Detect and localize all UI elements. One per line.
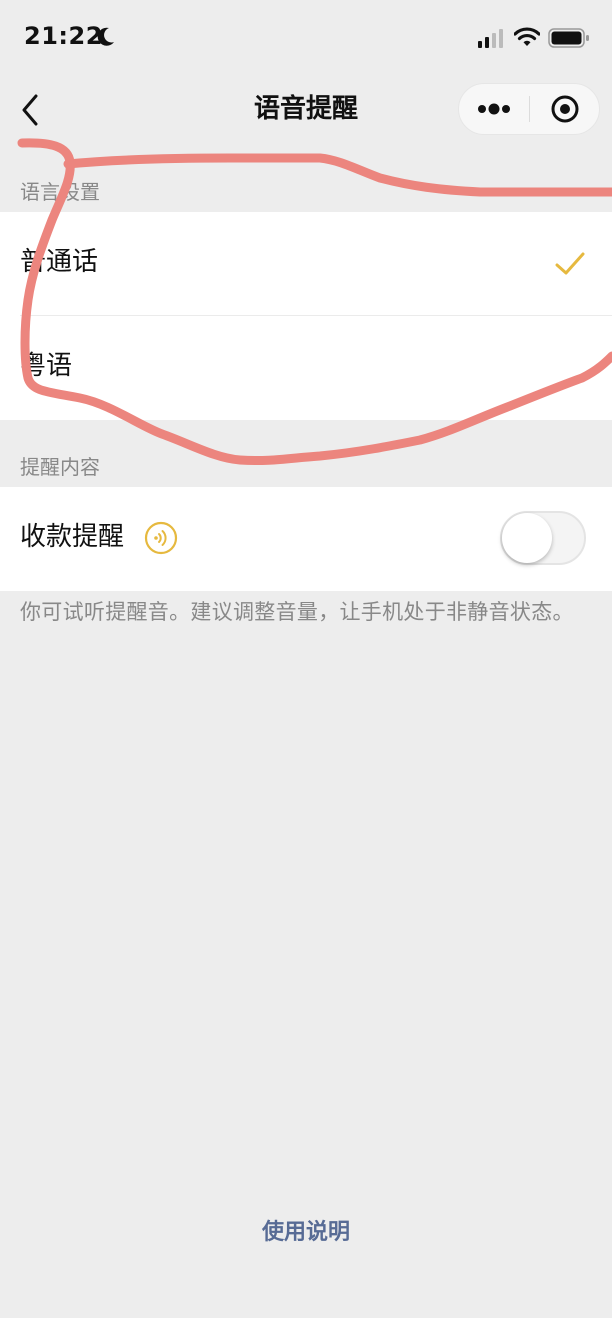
target-icon <box>551 95 579 123</box>
language-option-label: 粤语 <box>20 351 73 381</box>
check-icon <box>555 252 585 275</box>
more-dots-icon <box>478 103 510 115</box>
close-button[interactable] <box>530 84 600 134</box>
nav-bar: 语音提醒 <box>0 76 612 142</box>
payment-reminder-toggle[interactable] <box>500 511 586 565</box>
content-section-header: 提醒内容 <box>20 455 100 479</box>
language-option-mandarin[interactable]: 普通话 <box>0 212 612 316</box>
help-link[interactable]: 使用说明 <box>0 1214 612 1246</box>
battery-icon <box>548 28 589 48</box>
reminder-content-group: 收款提醒 <box>0 487 612 591</box>
signal-icon <box>478 29 503 48</box>
language-section-header: 语言设置 <box>20 180 100 204</box>
more-button[interactable] <box>459 84 529 134</box>
status-bar: 21:22 <box>0 0 612 76</box>
payment-reminder-row: 收款提醒 <box>0 487 612 591</box>
status-time: 21:22 <box>24 22 103 50</box>
language-option-cantonese[interactable]: 粤语 <box>0 316 612 420</box>
wifi-icon <box>514 27 540 46</box>
language-options-group: 普通话 粤语 <box>0 212 612 420</box>
moon-icon <box>97 27 114 46</box>
speaker-icon[interactable] <box>144 521 178 555</box>
payment-reminder-label: 收款提醒 <box>20 522 125 552</box>
hint-text: 你可试听提醒音。建议调整音量，让手机处于非静音状态。 <box>20 600 574 624</box>
mini-program-capsule <box>458 83 600 135</box>
toggle-knob <box>502 513 552 563</box>
language-option-label: 普通话 <box>20 247 99 277</box>
